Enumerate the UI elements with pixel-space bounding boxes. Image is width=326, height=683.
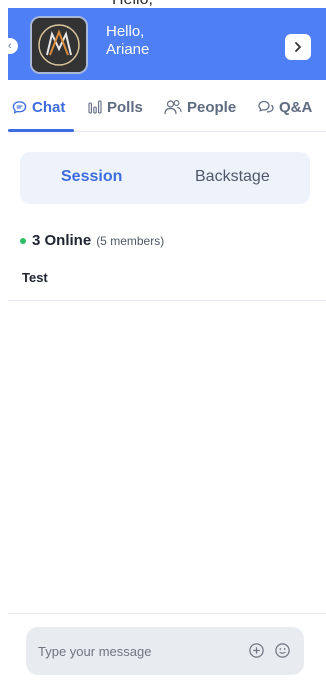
member-count: (5 members) [96, 233, 165, 248]
tab-polls-label: Polls [107, 98, 143, 116]
avatar[interactable] [30, 16, 88, 74]
people-icon [164, 100, 182, 115]
active-tab-indicator [8, 129, 74, 132]
chevron-left-icon: ‹ [8, 40, 12, 52]
chat-bubble-icon [12, 100, 27, 114]
bar-chart-icon [88, 100, 102, 114]
top-strip: Hello, [0, 0, 326, 8]
message-input[interactable] [38, 641, 238, 661]
online-count: 3 Online [32, 232, 92, 249]
online-dot-icon [20, 237, 26, 244]
user-name: Ariane [106, 41, 150, 58]
list-divider [8, 300, 326, 301]
tab-qa[interactable]: Q&A [258, 96, 312, 118]
plus-circle-icon[interactable] [248, 642, 265, 659]
chat-list-item-name: Test [22, 270, 48, 285]
greeting-hello: Hello, [106, 23, 145, 40]
chat-list-item[interactable]: Test [22, 270, 48, 285]
tab-chat-label: Chat [32, 98, 66, 116]
greeting: Hello, Ariane [106, 23, 149, 59]
message-composer [26, 627, 304, 675]
tab-qa-label: Q&A [279, 98, 313, 116]
segment-backstage[interactable]: Backstage [195, 168, 270, 186]
smiley-icon[interactable] [274, 642, 291, 659]
expand-button[interactable] [285, 34, 311, 60]
tab-people[interactable]: People [164, 96, 236, 118]
tab-people-label: People [187, 98, 237, 116]
collapse-sidebar-handle[interactable]: ‹ [8, 38, 18, 54]
app-header: ‹ Hello, Ariane [8, 8, 326, 80]
qa-icon [258, 100, 274, 113]
monogram-logo-icon [32, 18, 86, 72]
tab-bar: Chat Polls People Q&A [8, 80, 326, 132]
online-status: 3 Online (5 members) [20, 232, 164, 249]
segment-session[interactable]: Session [61, 168, 122, 186]
chevron-right-icon [295, 42, 301, 52]
session-backstage-toggle: Session Backstage [20, 152, 310, 204]
tab-polls[interactable]: Polls [88, 96, 143, 118]
tab-chat[interactable]: Chat [12, 96, 65, 118]
composer-divider [8, 613, 326, 614]
